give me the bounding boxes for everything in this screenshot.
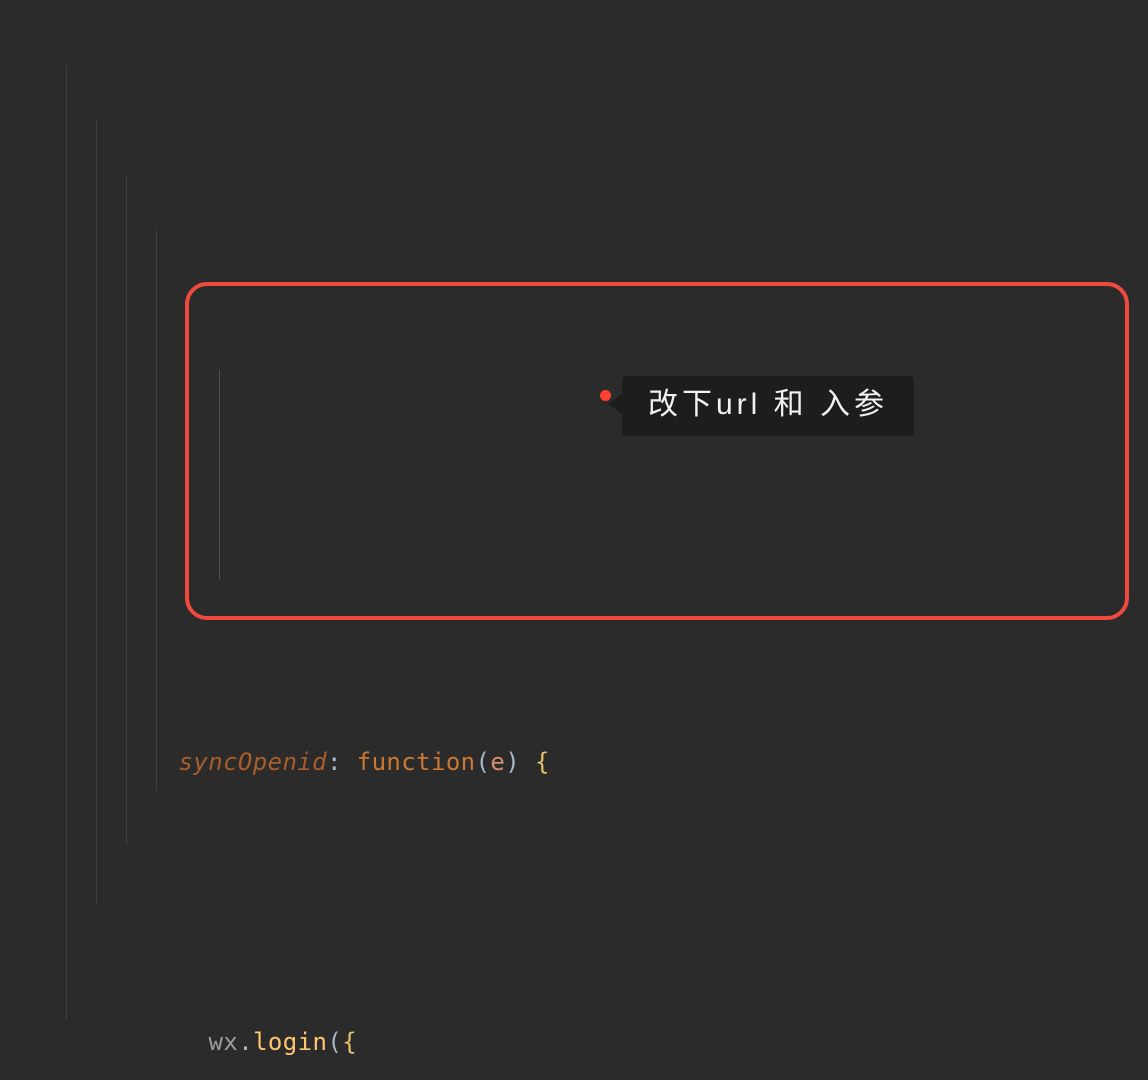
annotation-highlight-box (185, 282, 1129, 620)
code-line[interactable]: wx.login({ (0, 902, 1148, 958)
code-editor[interactable]: syncOpenid: function(e) { wx.login({ suc… (0, 0, 1148, 1080)
keyword-function: function (357, 748, 476, 776)
indent-guide (219, 370, 220, 580)
code-line[interactable]: syncOpenid: function(e) { (0, 622, 1148, 678)
object-wx: wx (209, 1028, 239, 1056)
annotation-tooltip: 改下url 和 入参 (622, 376, 914, 436)
indent-guide (66, 65, 67, 1020)
annotation-tooltip-text: 改下url 和 入参 (648, 388, 888, 421)
annotation-pointer-dot (600, 390, 611, 401)
property-name: syncOpenid (179, 748, 328, 776)
param-e: e (490, 748, 505, 776)
fn-login: login (253, 1028, 327, 1056)
